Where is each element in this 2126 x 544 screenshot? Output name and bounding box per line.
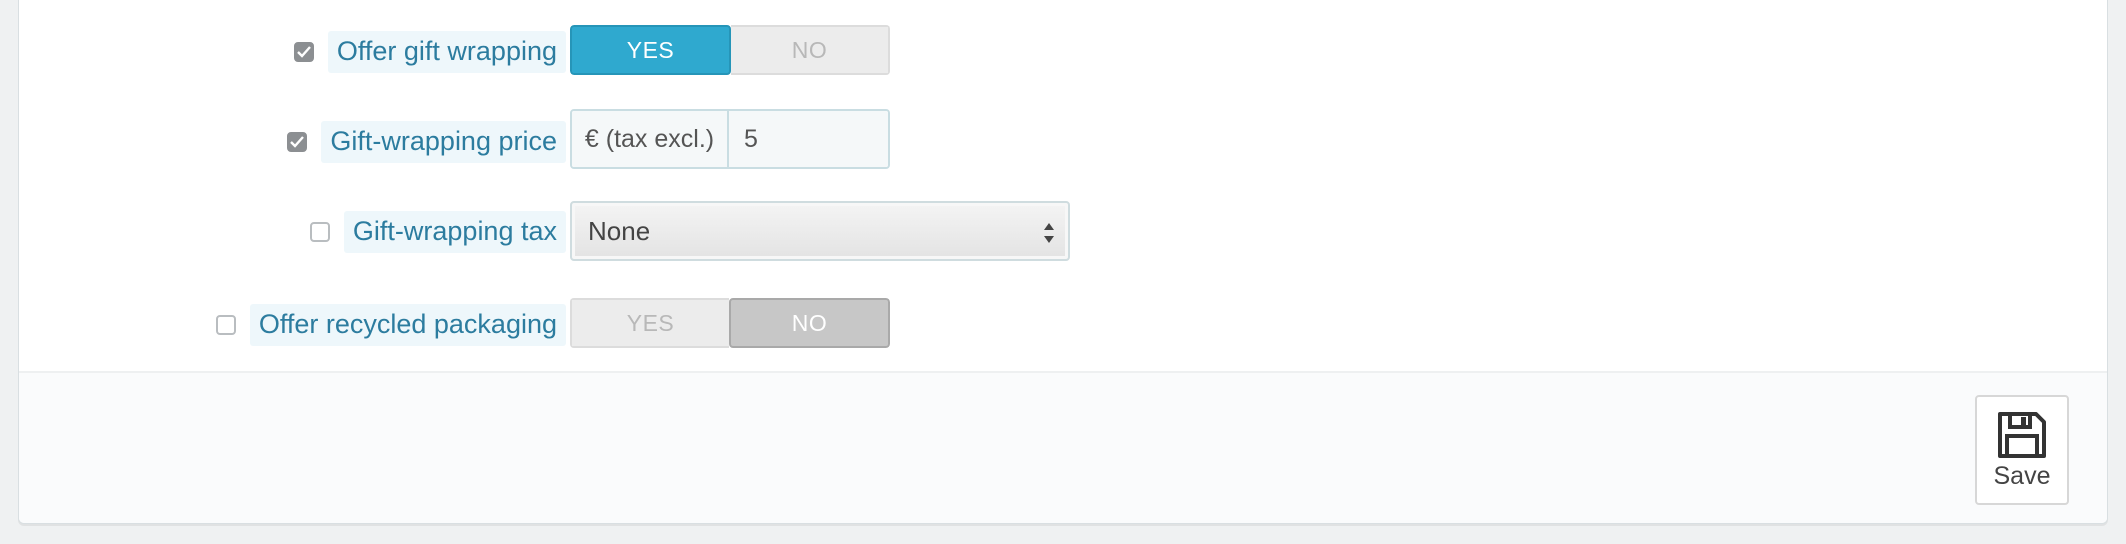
currency-addon: € (tax excl.): [572, 111, 729, 167]
form-row-gift-wrapping-price: Gift-wrapping price € (tax excl.) 5: [19, 109, 2107, 169]
gift-wrapping-switch[interactable]: YES NO: [570, 25, 890, 75]
select-arrows-icon: [1044, 223, 1054, 243]
gift-wrapping-price-input[interactable]: 5: [729, 111, 888, 167]
field-label-group: Offer recycled packaging: [215, 304, 566, 346]
checkmark-icon: [297, 46, 311, 58]
field-label-group: Gift-wrapping tax: [309, 211, 566, 253]
recycled-packaging-checkbox[interactable]: [215, 315, 236, 335]
recycled-packaging-no-option[interactable]: NO: [729, 298, 890, 348]
field-label-group: Gift-wrapping price: [287, 121, 566, 163]
gift-wrapping-tax-select[interactable]: None: [570, 201, 1070, 261]
panel-footer: Save: [19, 371, 2107, 523]
recycled-packaging-switch[interactable]: YES NO: [570, 298, 890, 348]
save-button-label: Save: [1993, 461, 2051, 490]
gift-wrapping-tax-label[interactable]: Gift-wrapping tax: [343, 211, 566, 253]
recycled-packaging-label[interactable]: Offer recycled packaging: [249, 304, 566, 346]
gift-wrapping-yes-option[interactable]: YES: [570, 25, 731, 75]
settings-panel: Offer gift wrapping YES NO Gift-wrapping…: [18, 0, 2108, 524]
gift-wrapping-price-input-group: € (tax excl.) 5: [570, 109, 890, 169]
gift-wrapping-no-option[interactable]: NO: [731, 25, 890, 75]
gift-wrapping-price-checkbox[interactable]: [287, 132, 308, 152]
gift-wrapping-checkbox[interactable]: [293, 42, 314, 62]
form-row-gift-wrapping-tax: Gift-wrapping tax None: [19, 201, 2107, 261]
floppy-disk-icon: [1998, 411, 2046, 458]
form-row-gift-wrapping: Offer gift wrapping YES NO: [19, 25, 2107, 75]
recycled-packaging-yes-option[interactable]: YES: [570, 298, 729, 348]
form-row-recycled-packaging: Offer recycled packaging YES NO: [19, 298, 2107, 348]
gift-wrapping-price-label[interactable]: Gift-wrapping price: [321, 121, 566, 163]
field-label-group: Offer gift wrapping: [293, 31, 566, 73]
gift-wrapping-label[interactable]: Offer gift wrapping: [327, 31, 566, 73]
gift-wrapping-tax-selected-value: None: [588, 215, 651, 246]
save-button[interactable]: Save: [1975, 395, 2069, 505]
checkmark-icon: [290, 136, 305, 148]
gift-wrapping-tax-checkbox[interactable]: [309, 222, 330, 242]
